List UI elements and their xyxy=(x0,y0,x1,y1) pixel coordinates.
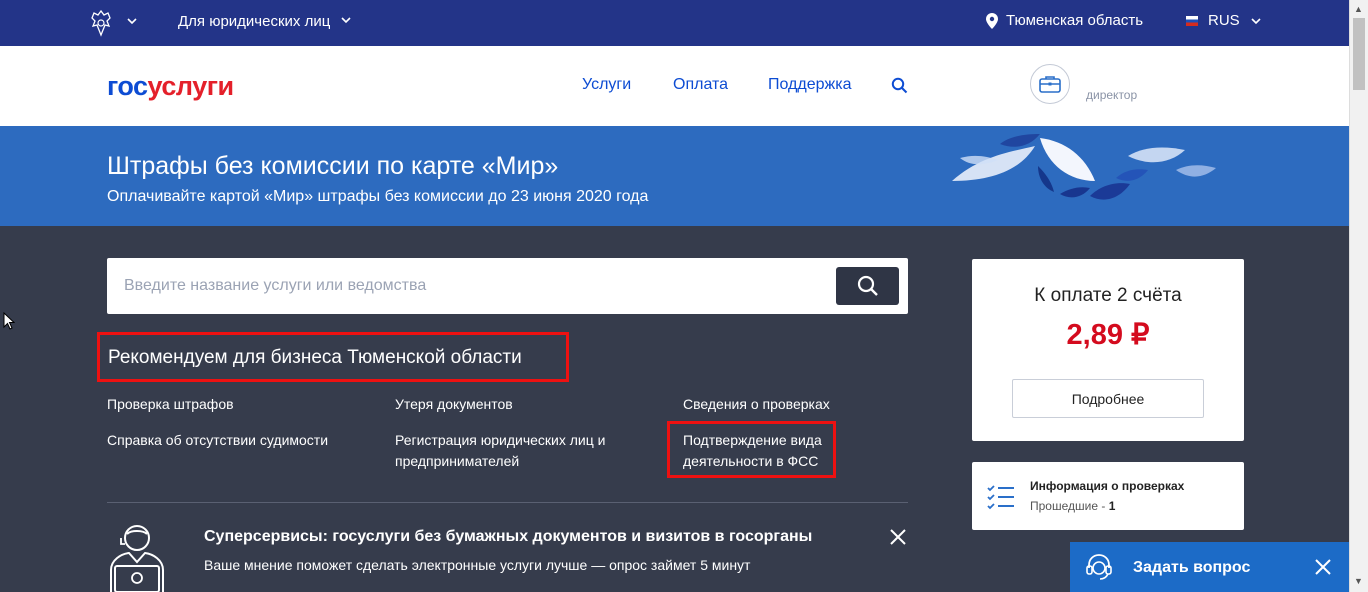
nav-services[interactable]: Услуги xyxy=(582,76,631,94)
chevron-down-icon xyxy=(340,14,352,29)
russia-flag-icon xyxy=(1186,15,1198,26)
page-scrollbar[interactable]: ▲ ▼ xyxy=(1349,0,1368,592)
promo-banner[interactable]: Штрафы без комиссии по карте «Мир» Оплач… xyxy=(0,126,1349,226)
logo-part-gos: гос xyxy=(107,71,148,101)
payment-card: К оплате 2 счёта 2,89 ₽ Подробнее xyxy=(972,259,1244,441)
legal-entities-dropdown[interactable]: Для юридических лиц xyxy=(178,13,352,30)
region-selector[interactable]: Тюменская область xyxy=(986,12,1143,29)
payment-amount: 2,89 ₽ xyxy=(1066,319,1150,351)
account-avatar[interactable] xyxy=(1030,64,1070,104)
search-icon xyxy=(857,275,878,296)
top-bar: Для юридических лиц Тюменская область RU… xyxy=(0,0,1349,46)
payment-title: К оплате 2 счёта xyxy=(1034,285,1182,306)
nav-payment[interactable]: Оплата xyxy=(673,76,728,94)
scroll-thumb[interactable] xyxy=(1353,18,1365,90)
inspections-card[interactable]: Информация о проверках Прошедшие - 1 xyxy=(972,462,1244,530)
chevron-down-icon[interactable] xyxy=(126,14,138,30)
location-pin-icon xyxy=(986,12,998,29)
ask-question-label: Задать вопрос xyxy=(1133,559,1251,576)
coat-of-arms-icon[interactable] xyxy=(86,8,116,38)
region-label: Тюменская область xyxy=(1006,12,1144,29)
checklist-icon xyxy=(987,485,1014,510)
language-selector[interactable]: RUS xyxy=(1186,12,1262,29)
link-inspections[interactable]: Сведения о проверках xyxy=(683,394,830,415)
search-button[interactable] xyxy=(836,267,899,305)
headset-icon xyxy=(1086,554,1112,580)
search-icon[interactable] xyxy=(891,77,908,94)
search-input[interactable] xyxy=(107,258,827,314)
link-registration[interactable]: Регистрация юридических лиц и предприним… xyxy=(395,430,635,472)
person-laptop-icon xyxy=(110,525,164,592)
inspections-title: Информация о проверках xyxy=(1030,479,1185,493)
service-search xyxy=(107,258,908,314)
banner-decoration xyxy=(952,134,1216,200)
survey-title: Суперсервисы: госуслуги без бумажных док… xyxy=(204,528,813,545)
gosuslugi-logo[interactable]: госуслуги xyxy=(107,71,234,102)
inspections-past-count: 1 xyxy=(1108,499,1116,513)
briefcase-icon xyxy=(1039,76,1061,93)
details-button[interactable]: Подробнее xyxy=(1012,379,1204,418)
scroll-up-arrow-icon[interactable]: ▲ xyxy=(1354,4,1363,14)
banner-title: Штрафы без комиссии по карте «Мир» xyxy=(107,152,559,180)
inspections-past: Прошедшие - 1 xyxy=(1030,499,1115,513)
recommend-heading: Рекомендуем для бизнеса Тюменской област… xyxy=(97,332,569,382)
link-lost-documents[interactable]: Утеря документов xyxy=(395,394,513,415)
close-icon[interactable] xyxy=(1314,558,1332,576)
language-label: RUS xyxy=(1208,12,1240,29)
link-fines-check[interactable]: Проверка штрафов xyxy=(107,394,234,415)
divider xyxy=(107,502,908,503)
logo-part-uslugi: услуги xyxy=(147,71,235,101)
scroll-down-arrow-icon[interactable]: ▼ xyxy=(1354,576,1363,586)
legal-entities-label: Для юридических лиц xyxy=(178,13,331,30)
survey-text: Ваше мнение поможет сделать электронные … xyxy=(204,557,751,573)
nav-support[interactable]: Поддержка xyxy=(768,76,851,94)
site-header: госуслуги Услуги Оплата Поддержка директ… xyxy=(0,46,1349,126)
link-criminal-record[interactable]: Справка об отсутствии судимости xyxy=(107,430,328,451)
recommend-title: Рекомендуем для бизнеса Тюменской област… xyxy=(108,347,522,368)
close-icon[interactable] xyxy=(888,527,908,547)
banner-subtitle: Оплачивайте картой «Мир» штрафы без коми… xyxy=(107,188,649,205)
account-role: директор xyxy=(1086,88,1138,102)
highlight-box xyxy=(667,421,836,478)
ask-question-widget[interactable]: Задать вопрос xyxy=(1070,542,1349,592)
mouse-cursor-icon xyxy=(3,312,15,330)
chevron-down-icon xyxy=(1251,17,1261,24)
inspections-past-label: Прошедшие - xyxy=(1030,499,1109,513)
